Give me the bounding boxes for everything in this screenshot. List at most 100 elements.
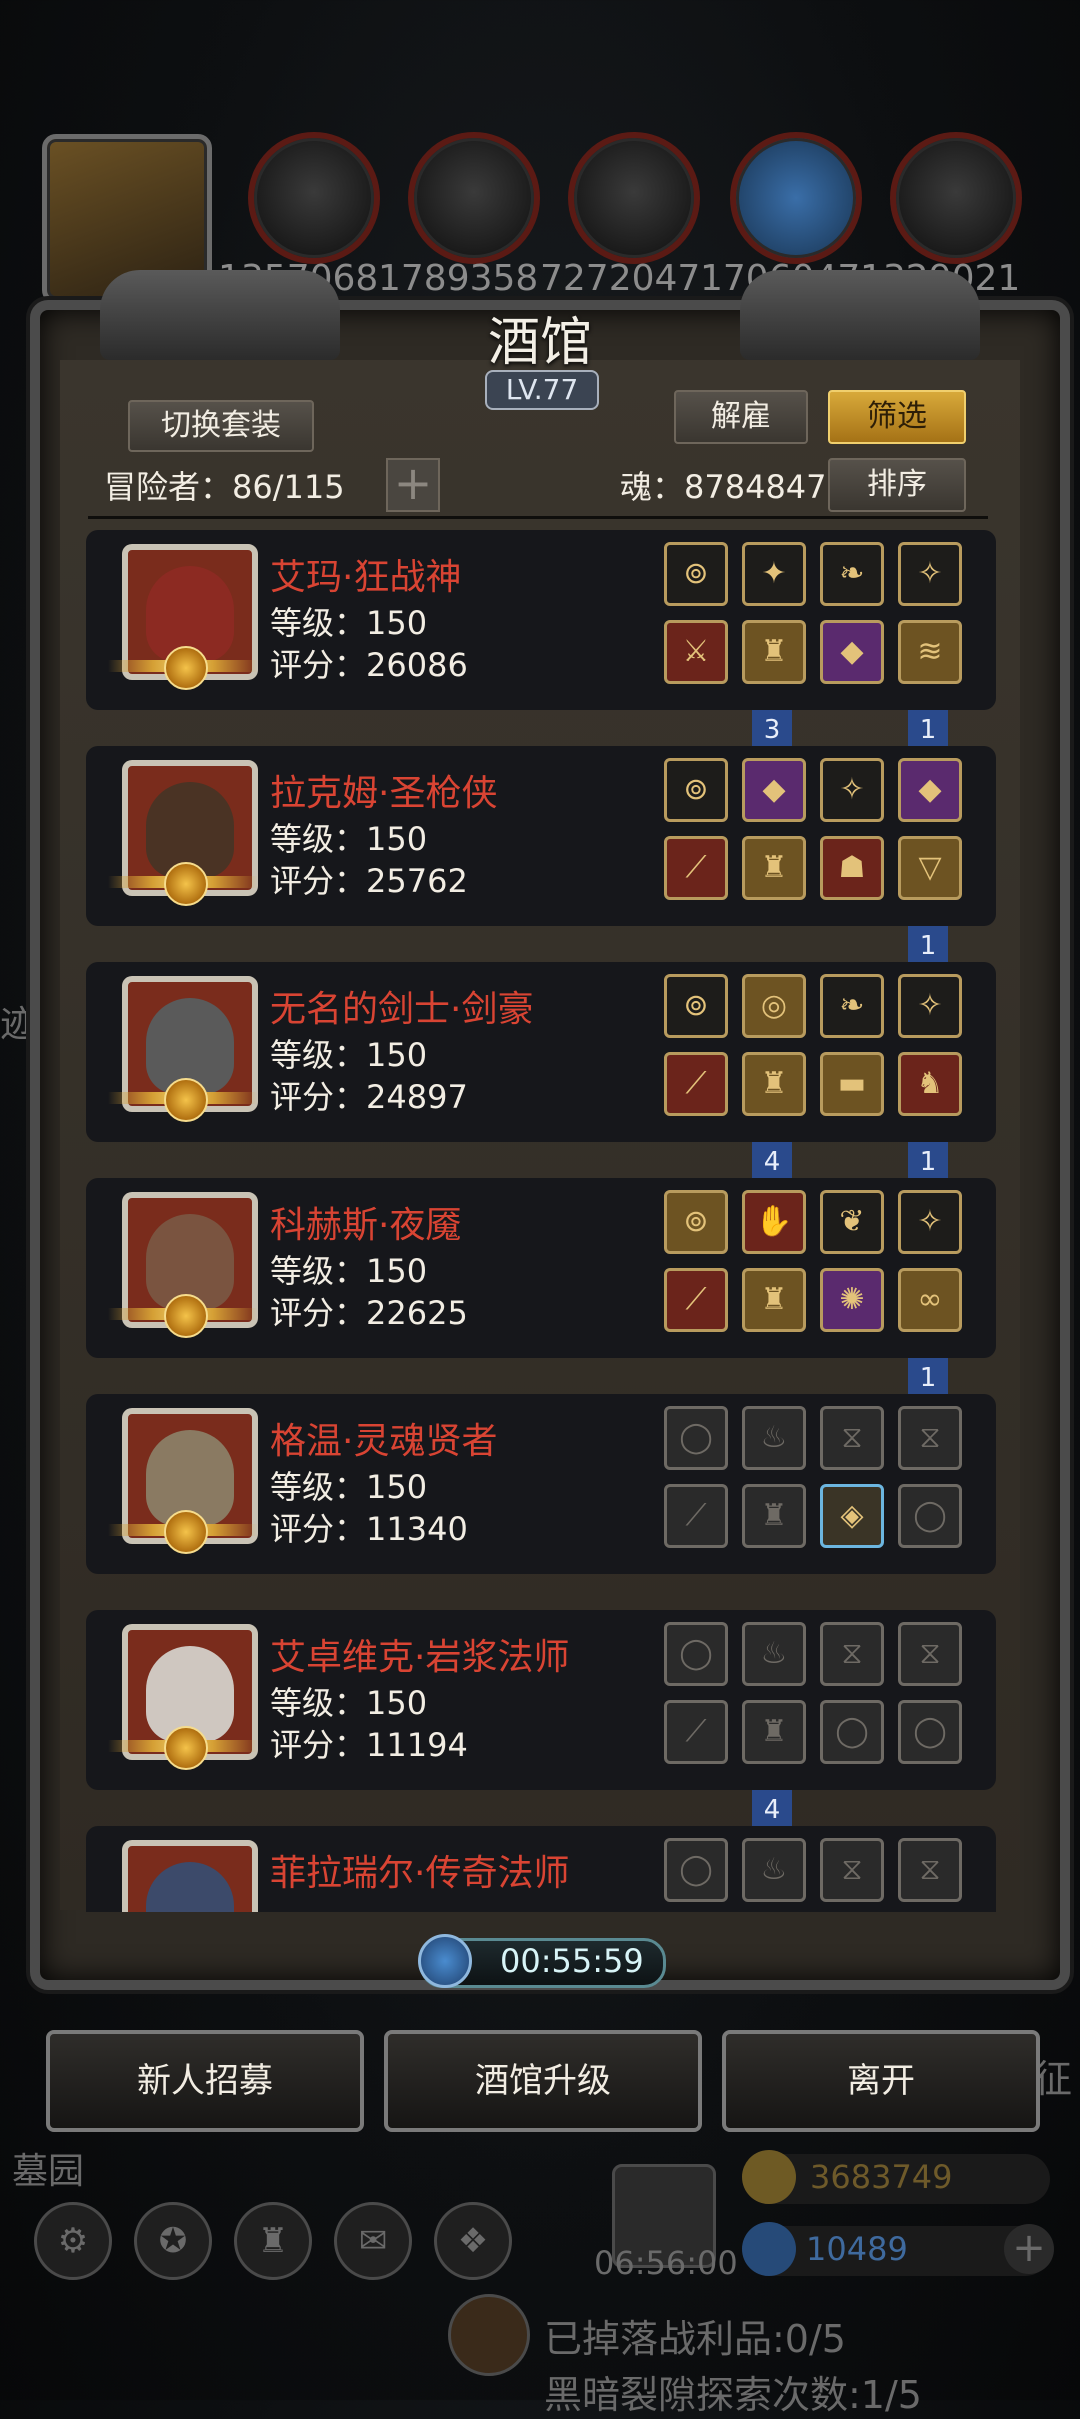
- hero-portrait[interactable]: [122, 1840, 258, 1912]
- hero-score: 评分：11340: [270, 1510, 468, 1548]
- rank-emblem-icon: [164, 646, 208, 690]
- rank-emblem-icon: [164, 862, 208, 906]
- purple-gem-icon[interactable]: ◆: [820, 620, 884, 684]
- add-adventurer-slot-button[interactable]: +: [386, 458, 440, 512]
- demon-mask-icon[interactable]: ☗: [820, 836, 884, 900]
- sword-icon[interactable]: ⟋: [664, 1052, 728, 1116]
- orb-icon[interactable]: ◎: [742, 974, 806, 1038]
- empty-flame-icon[interactable]: ♨: [742, 1838, 806, 1902]
- amulet-icon[interactable]: ✧: [898, 542, 962, 606]
- ore-icon[interactable]: [890, 132, 1022, 264]
- wood-plank-icon[interactable]: [408, 132, 540, 264]
- empty-hourglass-icon[interactable]: ⧖: [820, 1838, 884, 1902]
- ring-icon[interactable]: ⊚: [664, 974, 728, 1038]
- empty-ring-icon[interactable]: ◯: [898, 1700, 962, 1764]
- recruit-button[interactable]: 新人招募: [46, 2030, 364, 2132]
- ring-icon[interactable]: ⊚: [664, 758, 728, 822]
- hero-name: 科赫斯·夜魇: [270, 1205, 462, 1246]
- hero-card[interactable]: 无名的剑士·剑豪 等级：150 评分：24897 ⊚ ◎ ❧ ✧ ⟋ ♜ ▬ ♞: [86, 962, 996, 1142]
- amulet-icon[interactable]: ✧: [898, 1190, 962, 1254]
- leave-button[interactable]: 离开: [722, 2030, 1040, 2132]
- feather-icon[interactable]: ❧: [820, 542, 884, 606]
- axe-icon[interactable]: ⚔: [664, 620, 728, 684]
- empty-hourglass-icon[interactable]: ⧖: [898, 1622, 962, 1686]
- hero-card[interactable]: 科赫斯·夜魇 等级：150 评分：22625 ⊚ ✋ ❦ ✧ ⟋ ♜ ✺ ∞: [86, 1178, 996, 1358]
- switch-outfit-button[interactable]: 切换套装: [128, 400, 314, 452]
- gloves-icon[interactable]: ✋: [742, 1190, 806, 1254]
- empty-staff-icon[interactable]: ⟋: [664, 1484, 728, 1548]
- feather-icon[interactable]: ❧: [820, 974, 884, 1038]
- ring-icon[interactable]: ⊚: [664, 542, 728, 606]
- divider: [88, 516, 988, 519]
- scroll-icon[interactable]: ≋: [898, 620, 962, 684]
- castle-icon[interactable]: ♜: [234, 2202, 312, 2280]
- empty-hourglass-icon[interactable]: ⧖: [820, 1406, 884, 1470]
- rank-emblem-icon: [164, 1294, 208, 1338]
- spear-icon[interactable]: ⟋: [664, 836, 728, 900]
- iron-ingot-icon[interactable]: [568, 132, 700, 264]
- empty-ring-icon[interactable]: ◯: [664, 1838, 728, 1902]
- upgrade-tavern-button[interactable]: 酒馆升级: [384, 2030, 702, 2132]
- amulet-icon[interactable]: ✧: [898, 974, 962, 1038]
- filter-button[interactable]: 筛选: [828, 390, 966, 444]
- hero-card[interactable]: 格温·灵魂贤者 等级：150 评分：11340 ◯ ♨ ⧖ ⧖ ⟋ ♜ ◈ ◯: [86, 1394, 996, 1574]
- star-icon[interactable]: ✪: [134, 2202, 212, 2280]
- leather-icon[interactable]: [248, 132, 380, 264]
- crystal-icon[interactable]: [730, 132, 862, 264]
- amulet-icon[interactable]: ✧: [820, 758, 884, 822]
- add-gems-button[interactable]: +: [1004, 2224, 1054, 2274]
- graveyard-label: 墓园: [12, 2151, 85, 2192]
- hero-name: 菲拉瑞尔·传奇法师: [270, 1853, 570, 1894]
- hero-level: 等级：150: [270, 820, 428, 858]
- gold-ring-icon[interactable]: ◈: [820, 1484, 884, 1548]
- hero-card[interactable]: 拉克姆·圣枪侠 等级：150 评分：25762 ⊚ ◆ ✧ ◆ ⟋ ♜ ☗ ▽: [86, 746, 996, 926]
- purple-gem-icon[interactable]: ◆: [742, 758, 806, 822]
- empty-ring-icon[interactable]: ◯: [664, 1622, 728, 1686]
- mail-icon[interactable]: ✉: [334, 2202, 412, 2280]
- gear-icon[interactable]: ⚙: [34, 2202, 112, 2280]
- gem-amount: 10489: [806, 2230, 908, 2268]
- wing-icon[interactable]: ❦: [820, 1190, 884, 1254]
- hero-card[interactable]: 艾卓维克·岩浆法师 等级：150 评分：11194 ◯ ♨ ⧖ ⧖ ⟋ ♜ ◯ ◯: [86, 1610, 996, 1790]
- hero-score: 评分：26086: [270, 646, 468, 684]
- armor-icon[interactable]: ♜: [742, 620, 806, 684]
- ring-icon[interactable]: ∞: [898, 1268, 962, 1332]
- scroll-icon[interactable]: ❖: [434, 2202, 512, 2280]
- hero-card[interactable]: 艾玛·狂战神 等级：150 评分：26086 ⊚ ✦ ❧ ✧ ⚔ ♜ ◆ ≋: [86, 530, 996, 710]
- armor-icon[interactable]: ♜: [742, 1268, 806, 1332]
- gold-coin-icon: [742, 2150, 796, 2204]
- crystal-icon[interactable]: ✦: [742, 542, 806, 606]
- amulet-icon[interactable]: ▽: [898, 836, 962, 900]
- hero-list[interactable]: 艾玛·狂战神 等级：150 评分：26086 ⊚ ✦ ❧ ✧ ⚔ ♜ ◆ ≋ 3 1 拉克姆·圣枪侠 等级：…: [86, 530, 996, 1912]
- dismiss-button[interactable]: 解雇: [674, 390, 808, 444]
- empty-armor-icon[interactable]: ♜: [742, 1484, 806, 1548]
- empty-armor-icon[interactable]: ♜: [742, 1700, 806, 1764]
- hero-name: 艾卓维克·岩浆法师: [270, 1637, 570, 1678]
- resource-count: 7272047: [540, 258, 701, 299]
- hero-card[interactable]: 菲拉瑞尔·传奇法师 ◯ ♨ ⧖ ⧖: [86, 1826, 996, 1912]
- empty-hourglass-icon[interactable]: ⧖: [898, 1838, 962, 1902]
- helmet-icon[interactable]: ♞: [898, 1052, 962, 1116]
- empty-flame-icon[interactable]: ♨: [742, 1406, 806, 1470]
- empty-ring-icon[interactable]: ◯: [820, 1700, 884, 1764]
- empty-ring-icon[interactable]: ◯: [898, 1484, 962, 1548]
- resource-count: 1789358: [378, 258, 539, 299]
- hero-face: [146, 1862, 234, 1912]
- armor-icon[interactable]: ♜: [742, 1052, 806, 1116]
- armor-icon[interactable]: ♜: [742, 836, 806, 900]
- hero-score: 评分：11194: [270, 1726, 468, 1764]
- sort-button[interactable]: 排序: [828, 458, 966, 512]
- page-title: 酒馆: [487, 313, 592, 373]
- purple-gem-icon[interactable]: ◆: [898, 758, 962, 822]
- empty-hourglass-icon[interactable]: ⧖: [820, 1622, 884, 1686]
- purple-gem-icon[interactable]: ✺: [820, 1268, 884, 1332]
- staff-icon[interactable]: ⟋: [664, 1268, 728, 1332]
- empty-hourglass-icon[interactable]: ⧖: [898, 1406, 962, 1470]
- empty-flame-icon[interactable]: ♨: [742, 1622, 806, 1686]
- boots-icon[interactable]: ▬: [820, 1052, 884, 1116]
- empty-ring-icon[interactable]: ◯: [664, 1406, 728, 1470]
- gold-amount: 3683749: [810, 2158, 953, 2196]
- clock-icon: [418, 1934, 472, 1988]
- fire-ring-icon[interactable]: ⊚: [664, 1190, 728, 1254]
- empty-staff-icon[interactable]: ⟋: [664, 1700, 728, 1764]
